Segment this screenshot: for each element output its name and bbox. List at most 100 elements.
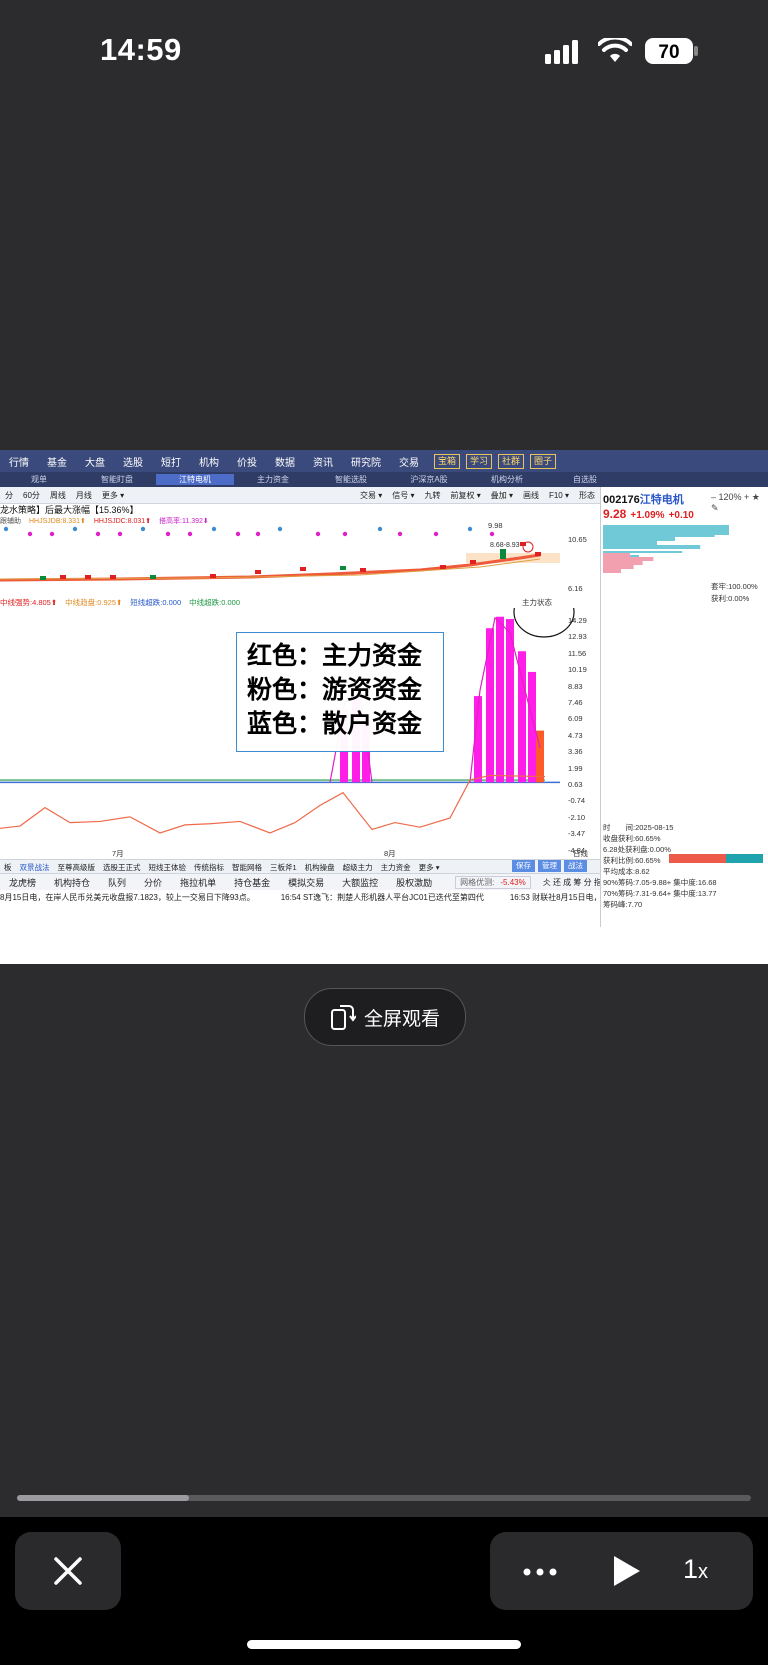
indicator-tab[interactable]: 双景战法 — [20, 862, 50, 873]
app-tab[interactable]: 江特电机 — [156, 474, 234, 485]
indicator-tab[interactable]: 三板斧1 — [270, 862, 297, 873]
stat-profit-at: 6.28处获利盘:0.00% — [603, 845, 671, 854]
candle — [470, 560, 476, 564]
app-tab[interactable]: 机构分析 — [468, 474, 546, 485]
function-item[interactable]: 持仓基金 — [234, 876, 270, 889]
menu-item[interactable]: 价投 — [228, 454, 266, 469]
menu-item[interactable]: 短打 — [152, 454, 190, 469]
function-item[interactable]: 股权激励 — [396, 876, 432, 889]
indicator-tab[interactable]: 超级主力 — [343, 862, 373, 873]
video-frame[interactable]: 行情 基金 大盘 选股 短打 机构 价投 数据 资讯 研究院 交易 宝箱 学习 社群 圈子 观单 智能盯盘 江特… — [0, 450, 768, 964]
play-icon[interactable] — [610, 1554, 642, 1588]
capital-axis-tick: 11.56 — [568, 648, 587, 658]
chart-tool[interactable]: 叠加 ▾ — [491, 490, 513, 501]
indicator-value: 短线超跌:0.000 — [130, 598, 182, 607]
panel-tools[interactable]: – 120% + ★ ✎ — [711, 492, 768, 514]
stock-name: 江特电机 — [639, 494, 684, 506]
period-option[interactable]: 月线 — [76, 490, 92, 501]
price-label-high: 9.98 — [488, 521, 503, 530]
function-item[interactable]: 机构持仓 — [54, 876, 90, 889]
period-option[interactable]: 更多 ▾ — [102, 490, 124, 501]
news-item[interactable]: 8月15日电，在岸人民币兑美元收盘报7.1823，较上一交易日下降93点。 — [0, 892, 255, 903]
daily-label[interactable]: 日线 — [573, 848, 588, 859]
menu-item[interactable]: 选股 — [114, 454, 152, 469]
signal-dot — [377, 526, 383, 532]
fullscreen-button[interactable]: 全屏观看 — [304, 988, 466, 1046]
menu-item[interactable]: 交易 — [390, 454, 428, 469]
candle — [210, 574, 216, 578]
menu-item[interactable]: 研究院 — [342, 454, 390, 469]
chart-tool[interactable]: 信号 ▾ — [392, 490, 414, 501]
stat-tao-lao: 套牢:100.00% — [711, 582, 758, 591]
more-icon[interactable] — [520, 1562, 560, 1582]
menu-pill[interactable]: 学习 — [466, 453, 493, 469]
indicator-tab[interactable]: 选股王正式 — [103, 862, 141, 873]
capital-axis-tick: 14.29 — [568, 616, 587, 625]
function-item[interactable]: 拖拉机单 — [180, 876, 216, 889]
app-tab[interactable]: 观单 — [0, 474, 78, 485]
period-option[interactable]: 60分 — [23, 490, 40, 501]
chart-tool[interactable]: 九转 — [424, 490, 440, 501]
indicator-tab[interactable]: 机构操盘 — [305, 862, 335, 873]
chart-tool[interactable]: F10 ▾ — [549, 491, 569, 500]
app-tab[interactable]: 主力资金 — [234, 474, 312, 485]
menu-pill[interactable]: 社群 — [498, 453, 525, 469]
menu-item[interactable]: 资讯 — [304, 454, 342, 469]
app-tab[interactable]: 智能盯盘 — [78, 474, 156, 485]
indicator-tab[interactable]: 智能网格 — [232, 862, 262, 873]
period-option[interactable]: 分 — [5, 490, 13, 501]
indicator-action-button[interactable]: 保存 — [512, 860, 535, 872]
function-item[interactable]: 龙虎榜 — [9, 876, 36, 889]
indicator-value: 中线强势:4.805⬆ — [0, 598, 58, 607]
video-progress-bar[interactable] — [17, 1495, 751, 1501]
capital-axis-tick: 7.46 — [568, 698, 583, 707]
stat-chip-90: 90%筹码:7.05-9.88+ 集中度:16.68 — [603, 878, 717, 887]
menu-item[interactable]: 基金 — [38, 454, 76, 469]
news-item[interactable]: 16:54 ST逸飞：荆楚人形机器人平台JC01已迭代至第四代 — [281, 892, 484, 903]
capital-axis-tick: -0.74 — [568, 796, 586, 806]
function-item[interactable]: 模拟交易 — [288, 876, 324, 889]
indicator-tab[interactable]: 短线王体验 — [149, 862, 187, 873]
menu-item[interactable]: 大盘 — [76, 454, 114, 469]
app-tab[interactable]: 沪深京A股 — [390, 474, 468, 485]
wifi-icon — [598, 38, 632, 62]
close-button[interactable] — [15, 1532, 121, 1610]
annotation-line-blue: 蓝色：散户资金 — [247, 710, 423, 738]
signal-dot — [342, 531, 348, 537]
indicator-tab[interactable]: 至尊高级版 — [58, 862, 96, 873]
main-status-label[interactable]: 主力状态 — [522, 597, 552, 608]
period-option[interactable]: 周线 — [50, 490, 66, 501]
signal-dot — [27, 531, 33, 537]
app-tab[interactable]: 智能选股 — [312, 474, 390, 485]
playback-speed-button[interactable]: 1x — [683, 1554, 708, 1585]
grid-optimize[interactable]: 网格优测: -5.43% — [455, 876, 531, 889]
chart-tool[interactable]: 形态 — [579, 490, 595, 501]
battery-level: 70 — [658, 42, 679, 63]
capital-axis-tick: 1.99 — [568, 763, 583, 773]
app-tab[interactable]: 自选股 — [546, 474, 624, 485]
indicator-tab[interactable]: 更多 ▾ — [419, 862, 440, 873]
price-axis-low: 6.16 — [568, 584, 583, 593]
signal-dot — [277, 526, 283, 532]
indicator-action-button[interactable]: 管理 — [538, 860, 561, 872]
function-item[interactable]: 队列 — [108, 876, 126, 889]
chart-tool[interactable]: 画线 — [523, 490, 539, 501]
indicator-tab[interactable]: 传统指标 — [194, 862, 224, 873]
indicator-action-button[interactable]: 战法 — [564, 860, 587, 872]
menu-item[interactable]: 数据 — [266, 454, 304, 469]
chart-tool[interactable]: 交易 ▾ — [360, 490, 382, 501]
menu-pill[interactable]: 宝箱 — [434, 453, 461, 469]
chip-bar-pink — [603, 557, 654, 561]
menu-pill[interactable]: 圈子 — [530, 453, 557, 469]
menu-item[interactable]: 机构 — [190, 454, 228, 469]
chip-bar-pink — [603, 565, 634, 569]
function-item[interactable]: 分价 — [144, 876, 162, 889]
menu-item[interactable]: 行情 — [0, 454, 38, 469]
signal-dot — [315, 531, 321, 537]
function-item[interactable]: 大额监控 — [342, 876, 378, 889]
capital-axis-tick: 3.36 — [568, 747, 583, 757]
chart-tool[interactable]: 前复权 ▾ — [450, 490, 480, 501]
indicator-tab[interactable]: 主力资金 — [381, 862, 411, 873]
indicator-value: HHJSJDC:8.031⬆ — [93, 518, 152, 525]
indicator-tab[interactable]: 板 — [4, 862, 12, 873]
